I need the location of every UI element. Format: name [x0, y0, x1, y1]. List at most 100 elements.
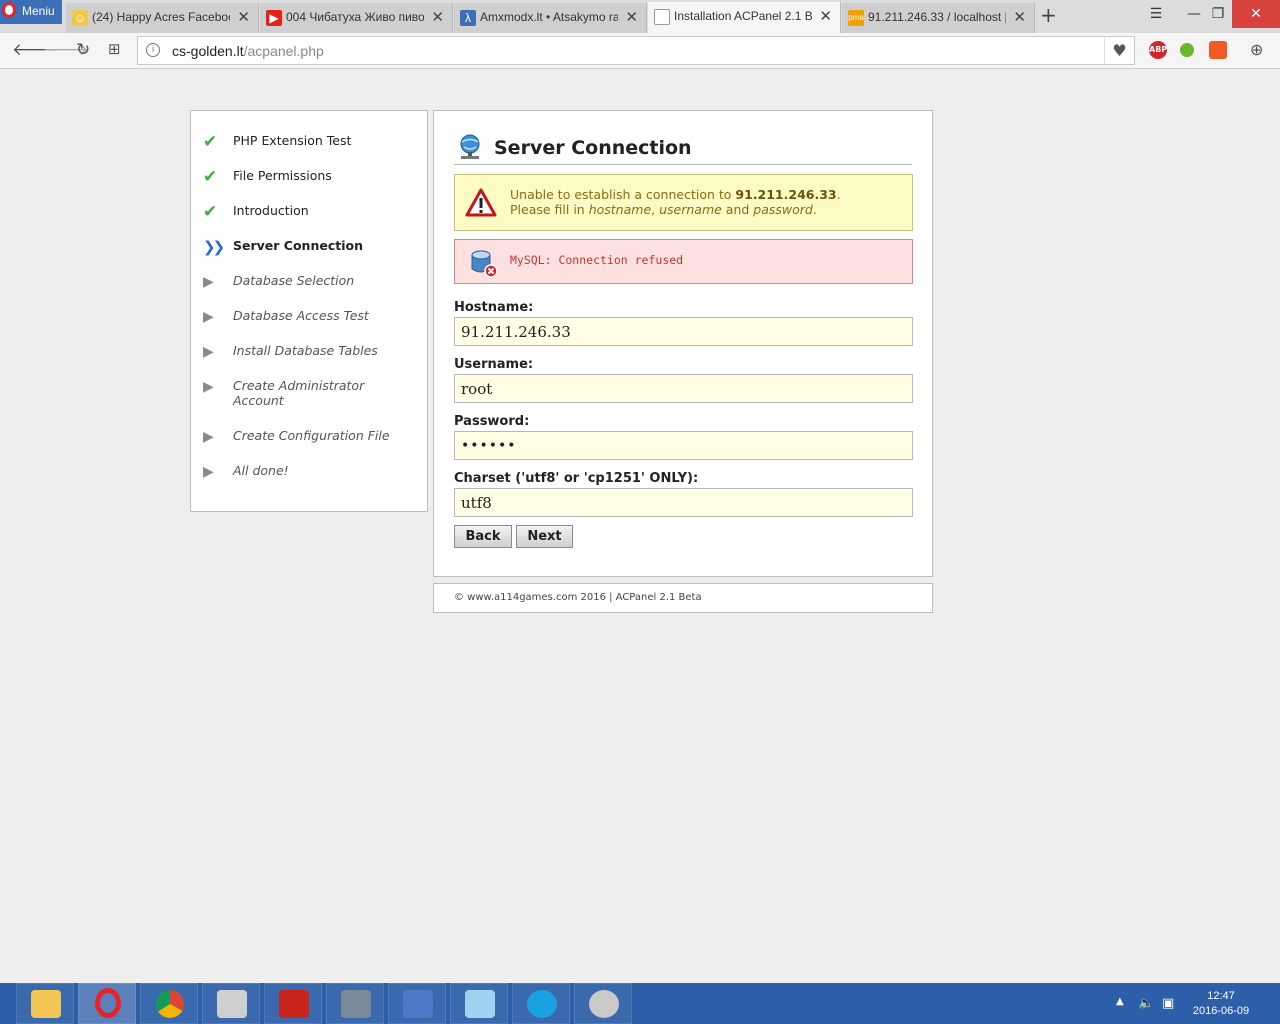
double-chevron-icon: ❯❯ [203, 238, 225, 256]
lambda-icon: λ [460, 10, 476, 26]
install-steps-sidebar: ✔ PHP Extension Test ✔ File Permissions … [190, 110, 428, 512]
taskbar-file-explorer[interactable] [16, 983, 74, 1024]
network-icon[interactable]: ▣ [1162, 996, 1174, 1011]
taskbar-opera[interactable] [78, 983, 136, 1024]
close-window-icon[interactable]: ✕ [1232, 0, 1280, 28]
warning-field-hostname: hostname [588, 202, 652, 217]
tray-expand-icon[interactable]: ▲ [1116, 996, 1124, 1007]
bookmark-heart-icon[interactable]: ♥ [1104, 37, 1134, 64]
paint-icon [589, 990, 619, 1018]
close-icon[interactable]: ✕ [1013, 8, 1026, 26]
mysql-error-box: MySQL: Connection refused [454, 239, 913, 284]
close-icon[interactable]: ✕ [625, 8, 638, 26]
chevron-right-icon: ▶ [203, 309, 214, 325]
adblock-icon[interactable]: ABP [1149, 41, 1167, 59]
phpmyadmin-icon: pma [848, 10, 864, 26]
hostname-label: Hostname: [454, 300, 534, 315]
charset-input[interactable]: utf8 [454, 488, 913, 517]
address-bar[interactable]: i cs-golden.lt/acpanel.php ♥ [137, 36, 1135, 65]
checkmark-icon: ✔ [203, 167, 218, 187]
close-icon[interactable]: ✕ [237, 8, 250, 26]
tab-facebook[interactable]: ☺ (24) Happy Acres Facebook ✕ [66, 3, 259, 33]
url-path: /acpanel.php [243, 43, 324, 59]
checkmark-icon: ✔ [203, 202, 218, 222]
warning-line2-prefix: Please fill in [510, 202, 589, 217]
downloads-icon[interactable]: ⊕ [1250, 40, 1263, 59]
back-button[interactable]: Back [454, 525, 512, 548]
tab-title: Installation ACPanel 2.1 Be [674, 9, 812, 23]
password-input[interactable]: •••••• [454, 431, 913, 460]
opera-menu-button[interactable]: Meniu [0, 0, 62, 24]
warning-suffix: . [836, 187, 841, 202]
taskbar-counter-strike[interactable] [202, 983, 260, 1024]
tab-youtube[interactable]: ▶ 004 Чибатуха Живо пиво ✕ [260, 3, 453, 33]
username-label: Username: [454, 357, 534, 372]
chrome-icon [156, 990, 184, 1018]
notepad-icon [465, 990, 495, 1018]
hostname-input[interactable]: 91.211.246.33 [454, 317, 913, 346]
tab-title: Amxmodx.lt • Atsakymo ra [480, 10, 618, 24]
connection-warning-box: Unable to establish a connection to 91.2… [454, 174, 913, 231]
clock-date: 2016-06-09 [1192, 1005, 1250, 1017]
clock-time: 12:47 [1207, 990, 1235, 1002]
warning-host: 91.211.246.33 [735, 187, 837, 202]
chevron-right-icon: ▶ [203, 274, 214, 290]
tab-amxmodx[interactable]: λ Amxmodx.lt • Atsakymo ra ✕ [454, 3, 647, 33]
taskbar-notepad[interactable] [450, 983, 508, 1024]
step-label: Install Database Tables [233, 343, 378, 358]
tab-strip: Meniu ☺ (24) Happy Acres Facebook ✕ ▶ 00… [0, 0, 1280, 33]
game-icon: ☺ [72, 10, 88, 26]
step-label: Create Administrator Account [233, 378, 365, 408]
username-input[interactable]: root [454, 374, 913, 403]
system-clock[interactable]: 12:47 2016-06-09 [1192, 989, 1250, 1019]
tab-phpmyadmin[interactable]: pma 91.211.246.33 / localhost | ✕ [842, 3, 1035, 33]
site-info-icon[interactable]: i [146, 43, 160, 57]
network-globe-icon [460, 134, 480, 159]
warning-message: Unable to establish a connection to 91.2… [510, 187, 841, 217]
youtube-icon: ▶ [266, 10, 282, 26]
step-label: Create Configuration File [233, 428, 390, 443]
taskbar-filezilla[interactable] [264, 983, 322, 1024]
volume-icon[interactable]: 🔈 [1138, 996, 1154, 1011]
page-title: Server Connection [494, 137, 692, 159]
step-label: Server Connection [233, 238, 363, 253]
next-button[interactable]: Next [516, 525, 573, 548]
close-icon[interactable]: ✕ [819, 7, 832, 25]
chevron-right-icon: ▶ [203, 429, 214, 445]
speed-dial-icon[interactable]: ⊞ [108, 40, 121, 58]
taskbar-skype[interactable] [512, 983, 570, 1024]
checkmark-icon: ✔ [203, 132, 218, 152]
step-label: Introduction [233, 203, 309, 218]
download-helper-icon[interactable] [1180, 43, 1194, 57]
taskbar-paint[interactable] [574, 983, 632, 1024]
opera-icon [95, 988, 121, 1018]
reddit-icon[interactable] [1209, 41, 1227, 59]
taskbar-security-app[interactable] [326, 983, 384, 1024]
taskbar-network-tool[interactable] [388, 983, 446, 1024]
step-label: Database Access Test [233, 308, 369, 323]
step-label: PHP Extension Test [233, 133, 352, 148]
tab-acpanel-installation[interactable]: Installation ACPanel 2.1 Be ✕ [648, 2, 841, 33]
new-tab-button[interactable]: + [1040, 3, 1057, 27]
taskbar-chrome[interactable] [140, 983, 198, 1024]
security-app-icon [341, 990, 371, 1018]
warning-field-username: username [659, 202, 722, 217]
warning-sep: , [651, 202, 660, 217]
chevron-right-icon: ▶ [203, 344, 214, 360]
footer-copyright: © www.a114games.com 2016 | ACPanel 2.1 B… [454, 592, 702, 603]
warning-field-password: password [753, 202, 813, 217]
chevron-right-icon: ▶ [203, 379, 214, 395]
reload-icon[interactable]: ↻ [76, 40, 90, 60]
server-connection-panel: Server Connection Unable to establish a … [433, 110, 933, 577]
network-tool-icon [403, 990, 433, 1018]
url-host: cs-golden.lt [172, 43, 244, 59]
url-text[interactable]: cs-golden.lt/acpanel.php [172, 43, 324, 59]
step-label: File Permissions [233, 168, 332, 183]
close-icon[interactable]: ✕ [431, 8, 444, 26]
step-label: All done! [233, 463, 289, 478]
charset-label: Charset ('utf8' or 'cp1251' ONLY): [454, 471, 699, 486]
counter-strike-icon [217, 990, 247, 1018]
warning-prefix: Unable to establish a connection to [510, 187, 736, 202]
database-error-icon [471, 250, 498, 278]
address-toolbar: 🡐 🡒 ↻ ⊞ i cs-golden.lt/acpanel.php ♥ ABP… [0, 33, 1280, 69]
